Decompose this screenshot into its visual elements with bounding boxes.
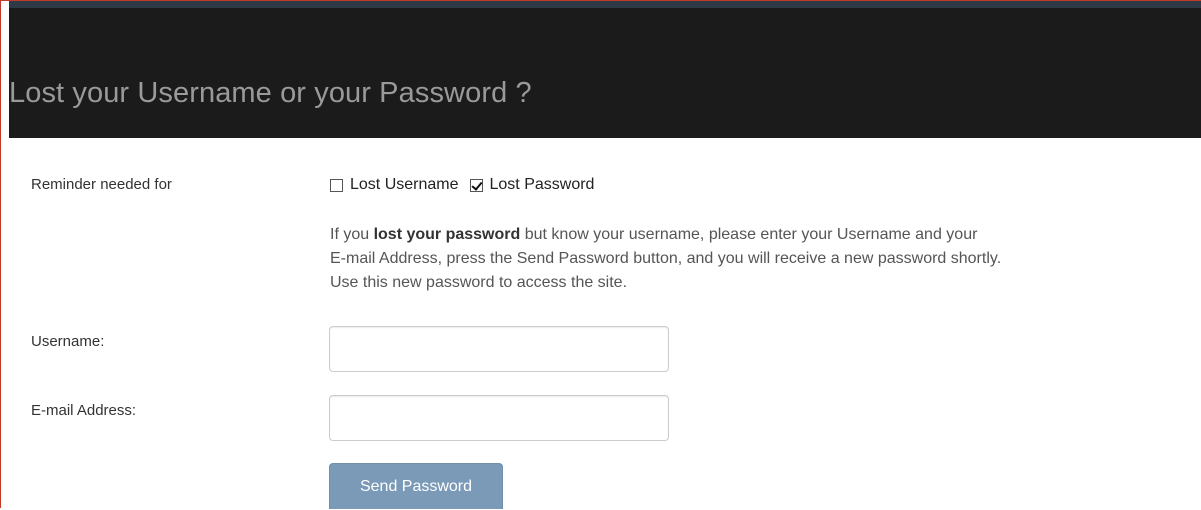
username-input[interactable] (329, 326, 669, 372)
header-top-bar (9, 1, 1201, 8)
help-prefix: If you (330, 226, 374, 243)
lost-username-checkbox[interactable] (330, 178, 343, 192)
lost-password-label[interactable]: Lost Password (490, 176, 595, 194)
help-line-3: Use this new password to access the site… (330, 274, 628, 291)
page-header: Lost your Username or your Password ? (9, 1, 1201, 138)
username-label: Username: (31, 333, 105, 350)
help-bold: lost your password (373, 226, 521, 243)
reminder-label: Reminder needed for (31, 176, 172, 193)
help-line-2: E-mail Address, press the Send Password … (330, 250, 1002, 267)
lost-username-label[interactable]: Lost Username (350, 176, 459, 194)
help-text: If you lost your password but know your … (330, 223, 1190, 295)
help-line1-rest: but know your username, please enter you… (520, 226, 978, 243)
page-frame: Lost your Username or your Password ? Re… (0, 0, 1201, 509)
email-input[interactable] (329, 395, 669, 441)
reminder-options: Lost Username Lost Password (330, 175, 605, 195)
help-line-1: If you lost your password but know your … (330, 223, 1190, 247)
lost-password-checkbox[interactable] (469, 178, 483, 192)
email-label: E-mail Address: (31, 402, 137, 419)
send-password-button[interactable]: Send Password (329, 463, 503, 509)
page-title: Lost your Username or your Password ? (9, 77, 532, 109)
